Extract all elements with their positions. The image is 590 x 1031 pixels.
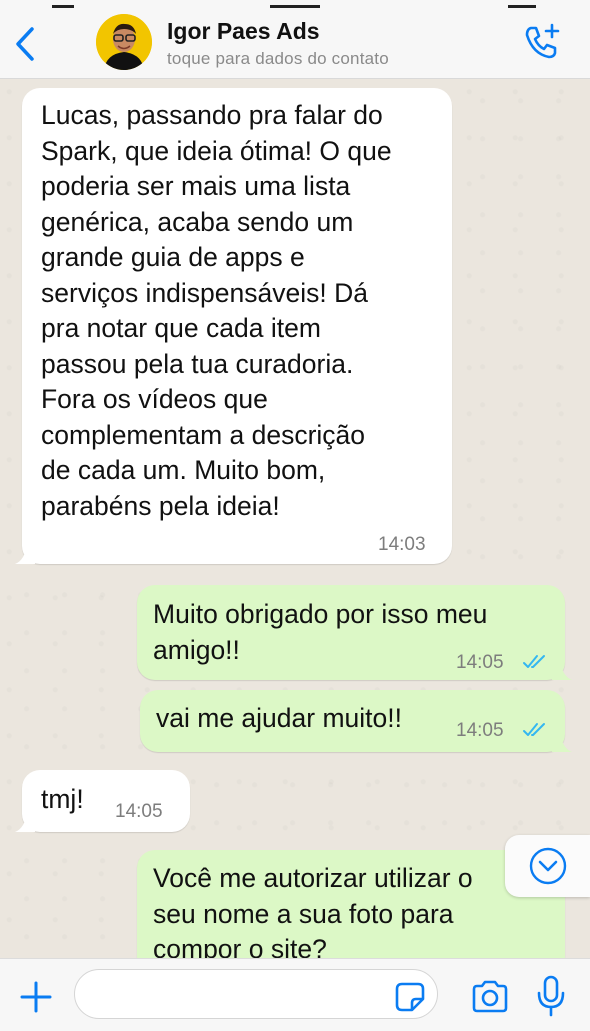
- bubble-tail: [552, 732, 572, 752]
- chevron-left-icon: [16, 27, 34, 61]
- message-text: Você me autorizar utilizar o seu nome a …: [153, 863, 473, 964]
- status-bar: [0, 0, 590, 8]
- message-time: 14:05: [456, 720, 504, 741]
- message-text: Muito obrigado por isso meu amigo!!: [153, 599, 488, 665]
- double-check-icon: [523, 655, 545, 668]
- double-check-icon: [523, 723, 545, 736]
- attach-button[interactable]: [16, 977, 56, 1017]
- message-time: 14:05: [115, 801, 163, 822]
- message-text: vai me ajudar muito!!: [156, 703, 402, 733]
- message-bubble-outgoing[interactable]: vai me ajudar muito!! 14:05: [140, 690, 572, 752]
- camera-icon[interactable]: [470, 979, 510, 1015]
- bubble-tail: [15, 812, 35, 832]
- scroll-to-bottom-button[interactable]: [505, 835, 590, 897]
- back-button[interactable]: [8, 22, 42, 66]
- bubble-tail: [552, 660, 572, 680]
- contact-avatar[interactable]: [96, 14, 152, 70]
- contact-name[interactable]: Igor Paes Ads: [167, 18, 320, 45]
- contact-subtitle[interactable]: toque para dados do contato: [167, 49, 389, 69]
- composer-bar: [0, 958, 590, 1031]
- message-time: 14:05: [456, 652, 504, 673]
- call-button[interactable]: [520, 20, 564, 64]
- message-bubble-incoming[interactable]: tmj! 14:05: [15, 770, 190, 832]
- message-bubble-outgoing[interactable]: Muito obrigado por isso meu amigo!! 14:0…: [137, 585, 572, 680]
- sticker-icon[interactable]: [394, 981, 426, 1013]
- phone-plus-icon: [525, 23, 560, 59]
- message-input[interactable]: [74, 969, 438, 1019]
- chevron-down-circle-icon: [529, 847, 566, 885]
- bubble-tail: [15, 544, 35, 564]
- message-text: tmj!: [41, 784, 84, 814]
- microphone-icon[interactable]: [536, 975, 566, 1017]
- chat-header: Igor Paes Ads toque para dados do contat…: [0, 0, 590, 79]
- message-time: 14:03: [378, 534, 426, 555]
- plus-icon: [20, 981, 52, 1013]
- message-bubble-incoming[interactable]: Lucas, passando pra falar do Spark, que …: [15, 88, 452, 564]
- message-text: Lucas, passando pra falar do Spark, que …: [41, 100, 392, 521]
